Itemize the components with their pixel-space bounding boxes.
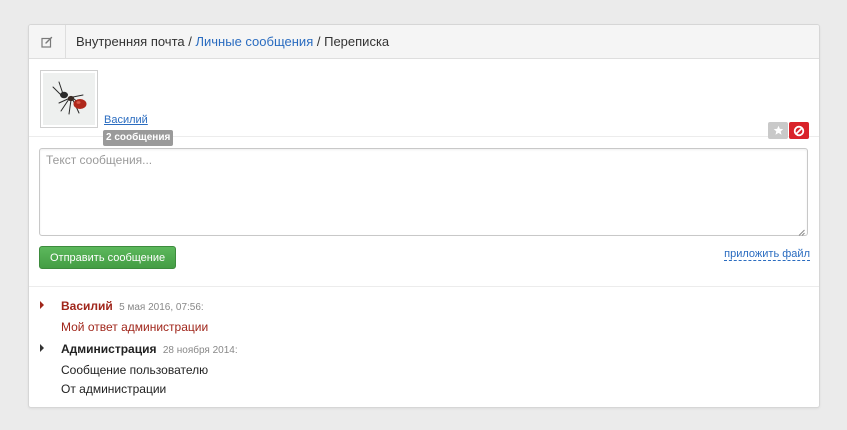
message-text: От администрации	[61, 382, 167, 396]
panel-header: Внутренняя почта / Личные сообщения / Пе…	[29, 25, 819, 59]
contact-name-link[interactable]: Василий	[104, 114, 148, 126]
message-text: Мой ответ администрации	[61, 320, 209, 334]
caret-right-icon	[40, 344, 44, 352]
attach-file-link[interactable]: приложить файл	[724, 248, 810, 261]
breadcrumb-link-personal-messages[interactable]: Личные сообщения	[195, 34, 313, 49]
breadcrumb-current: Переписка	[324, 34, 390, 49]
message-author: Администрация	[61, 342, 157, 356]
message-thread: Василий 5 мая 2016, 07:56: Мой ответ адм…	[29, 287, 819, 396]
send-message-button[interactable]: Отправить сообщение	[39, 246, 177, 269]
message-author: Василий	[61, 299, 113, 313]
message-date: 5 мая 2016, 07:56:	[119, 302, 204, 313]
breadcrumb-root: Внутренняя почта	[76, 34, 185, 49]
caret-right-icon	[40, 301, 44, 309]
message-composer: Отправить сообщение приложить файл	[29, 137, 819, 287]
avatar[interactable]	[40, 70, 98, 128]
message-text-input[interactable]	[39, 148, 808, 236]
resize-grip-icon[interactable]	[798, 229, 805, 236]
conversation-panel: Внутренняя почта / Личные сообщения / Пе…	[28, 24, 820, 408]
edit-icon[interactable]	[29, 25, 66, 58]
breadcrumb: Внутренняя почта / Личные сообщения / Пе…	[66, 34, 389, 49]
message-date: 28 ноября 2014:	[162, 345, 238, 356]
message-item: Администрация 28 ноября 2014: Сообщение …	[29, 342, 819, 396]
message-item: Василий 5 мая 2016, 07:56: Мой ответ адм…	[29, 299, 819, 334]
breadcrumb-separator: /	[188, 34, 192, 49]
contact-row: Василий 2 сообщения	[29, 59, 819, 146]
message-text: Сообщение пользователю	[61, 363, 209, 377]
ant-avatar-image	[43, 73, 95, 125]
breadcrumb-separator: /	[316, 34, 321, 49]
